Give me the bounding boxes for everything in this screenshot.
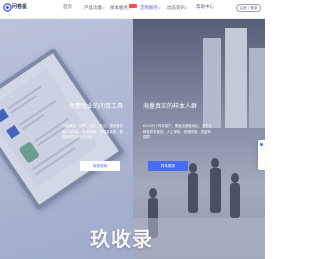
nav-item-features[interactable]: 产品功能▾	[84, 5, 105, 12]
chevron-down-icon: ▾	[103, 6, 105, 10]
logo[interactable]: 问卷星	[3, 3, 28, 15]
nav-item-features-label: 产品功能	[84, 6, 102, 11]
chat-icon	[260, 143, 263, 146]
nav-item-news-label: 动态资讯	[167, 6, 185, 11]
hero-panel-left: 免费专业的问卷工具 在线调查、投票、测评、考试、报名等多种应用场景，免费使用，无…	[0, 18, 133, 259]
free-use-button[interactable]: 免费使用	[80, 161, 120, 171]
watermark-text: 玖收录	[90, 227, 153, 251]
hero-left-description: 在线调查、投票、测评、考试、报名等多种应用场景，免费使用，无限量发布，数据实时同…	[62, 124, 124, 139]
chevron-down-icon: ▾	[186, 6, 188, 10]
new-badge	[129, 4, 137, 8]
hero-panel-right: 海量真实的样本人群 6200万+样本用户，覆盖全国各地区，多行业精准样本投放，人…	[133, 18, 265, 259]
logo-text: 问卷星	[12, 4, 28, 10]
hero-right-title: 海量真实的样本人群	[143, 103, 198, 110]
nav-item-sample[interactable]: 样本服务▾	[110, 5, 131, 12]
nav-item-sample-label: 样本服务	[110, 6, 128, 11]
nav-item-help[interactable]: 帮助中心	[196, 5, 214, 11]
hero-right-description: 6200万+样本用户，覆盖全国各地区，多行业精准样本投放，人工审核，快速回收，质…	[143, 124, 213, 139]
nav-item-home[interactable]: 首页	[63, 5, 72, 11]
nav-item-custom-label: 定制服务	[140, 6, 158, 11]
nav-item-custom[interactable]: 定制服务▾	[140, 5, 161, 12]
top-navigation: 问卷星 首页 产品功能▾ 样本服务▾ 定制服务▾ 动态资讯▾ 帮助中心 注册 /…	[0, 0, 265, 19]
sample-service-button[interactable]: 样本服务	[148, 161, 188, 171]
logo-mark-icon	[3, 3, 12, 12]
hero-left-title: 免费专业的问卷工具	[68, 103, 123, 110]
login-button[interactable]: 注册 / 登录	[236, 4, 261, 12]
nav-item-news[interactable]: 动态资讯▾	[167, 5, 188, 12]
side-contact-widget[interactable]	[258, 140, 265, 170]
chevron-down-icon: ▾	[159, 6, 161, 10]
